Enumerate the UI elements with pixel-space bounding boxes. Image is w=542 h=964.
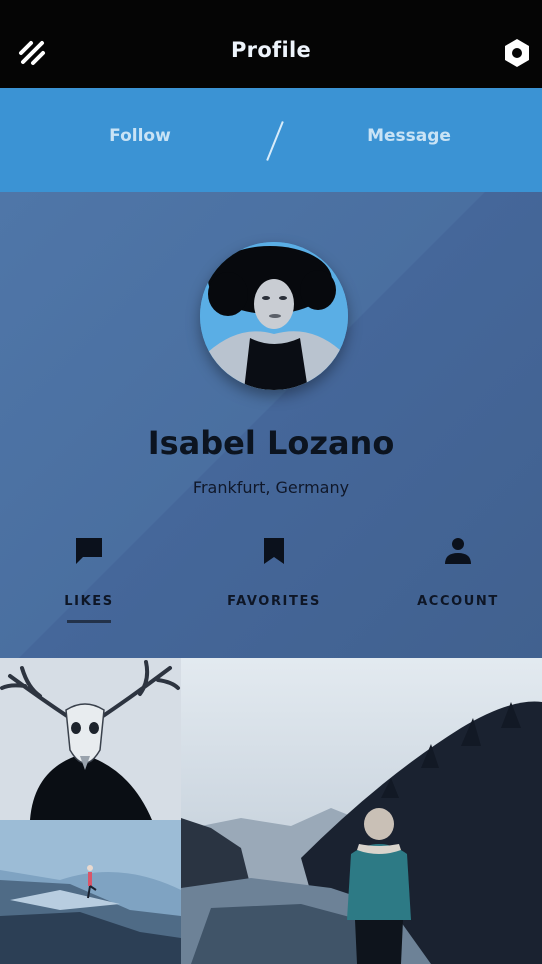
page-title: Profile (230, 38, 312, 62)
photo-image (0, 820, 181, 964)
tab-label: FAVORITES (227, 594, 321, 609)
photo-image (181, 658, 542, 964)
bookmark-icon (264, 538, 284, 564)
profile-location: Frankfurt, Germany (192, 478, 350, 497)
gear-icon[interactable] (502, 38, 532, 68)
message-button[interactable]: Message (348, 126, 470, 146)
photo-image (0, 658, 181, 820)
top-bar: Profile (0, 0, 542, 88)
avatar-image (200, 242, 348, 390)
tab-label: LIKES (64, 594, 114, 609)
chat-bubble-icon (76, 538, 102, 564)
avatar[interactable] (200, 242, 348, 390)
divider-slash (266, 121, 284, 161)
photo-grid (0, 658, 542, 964)
profile-name: Isabel Lozano (147, 424, 395, 462)
follow-button[interactable]: Follow (80, 126, 200, 146)
active-tab-indicator (67, 620, 111, 623)
tab-likes[interactable]: LIKES (9, 536, 169, 609)
photo-lake-forest[interactable] (181, 658, 542, 964)
photo-deer-skull[interactable] (0, 658, 181, 820)
person-icon (445, 538, 471, 564)
tab-label: ACCOUNT (417, 594, 499, 609)
profile-screen: Profile Follow Message Isabel Lozano Fra… (0, 0, 542, 964)
tab-account[interactable]: ACCOUNT (378, 536, 538, 609)
photo-rock-yoga[interactable] (0, 820, 181, 964)
profile-header: Isabel Lozano Frankfurt, Germany LIKES F… (0, 192, 542, 658)
tab-favorites[interactable]: FAVORITES (194, 536, 354, 609)
action-bar: Follow Message (0, 88, 542, 192)
